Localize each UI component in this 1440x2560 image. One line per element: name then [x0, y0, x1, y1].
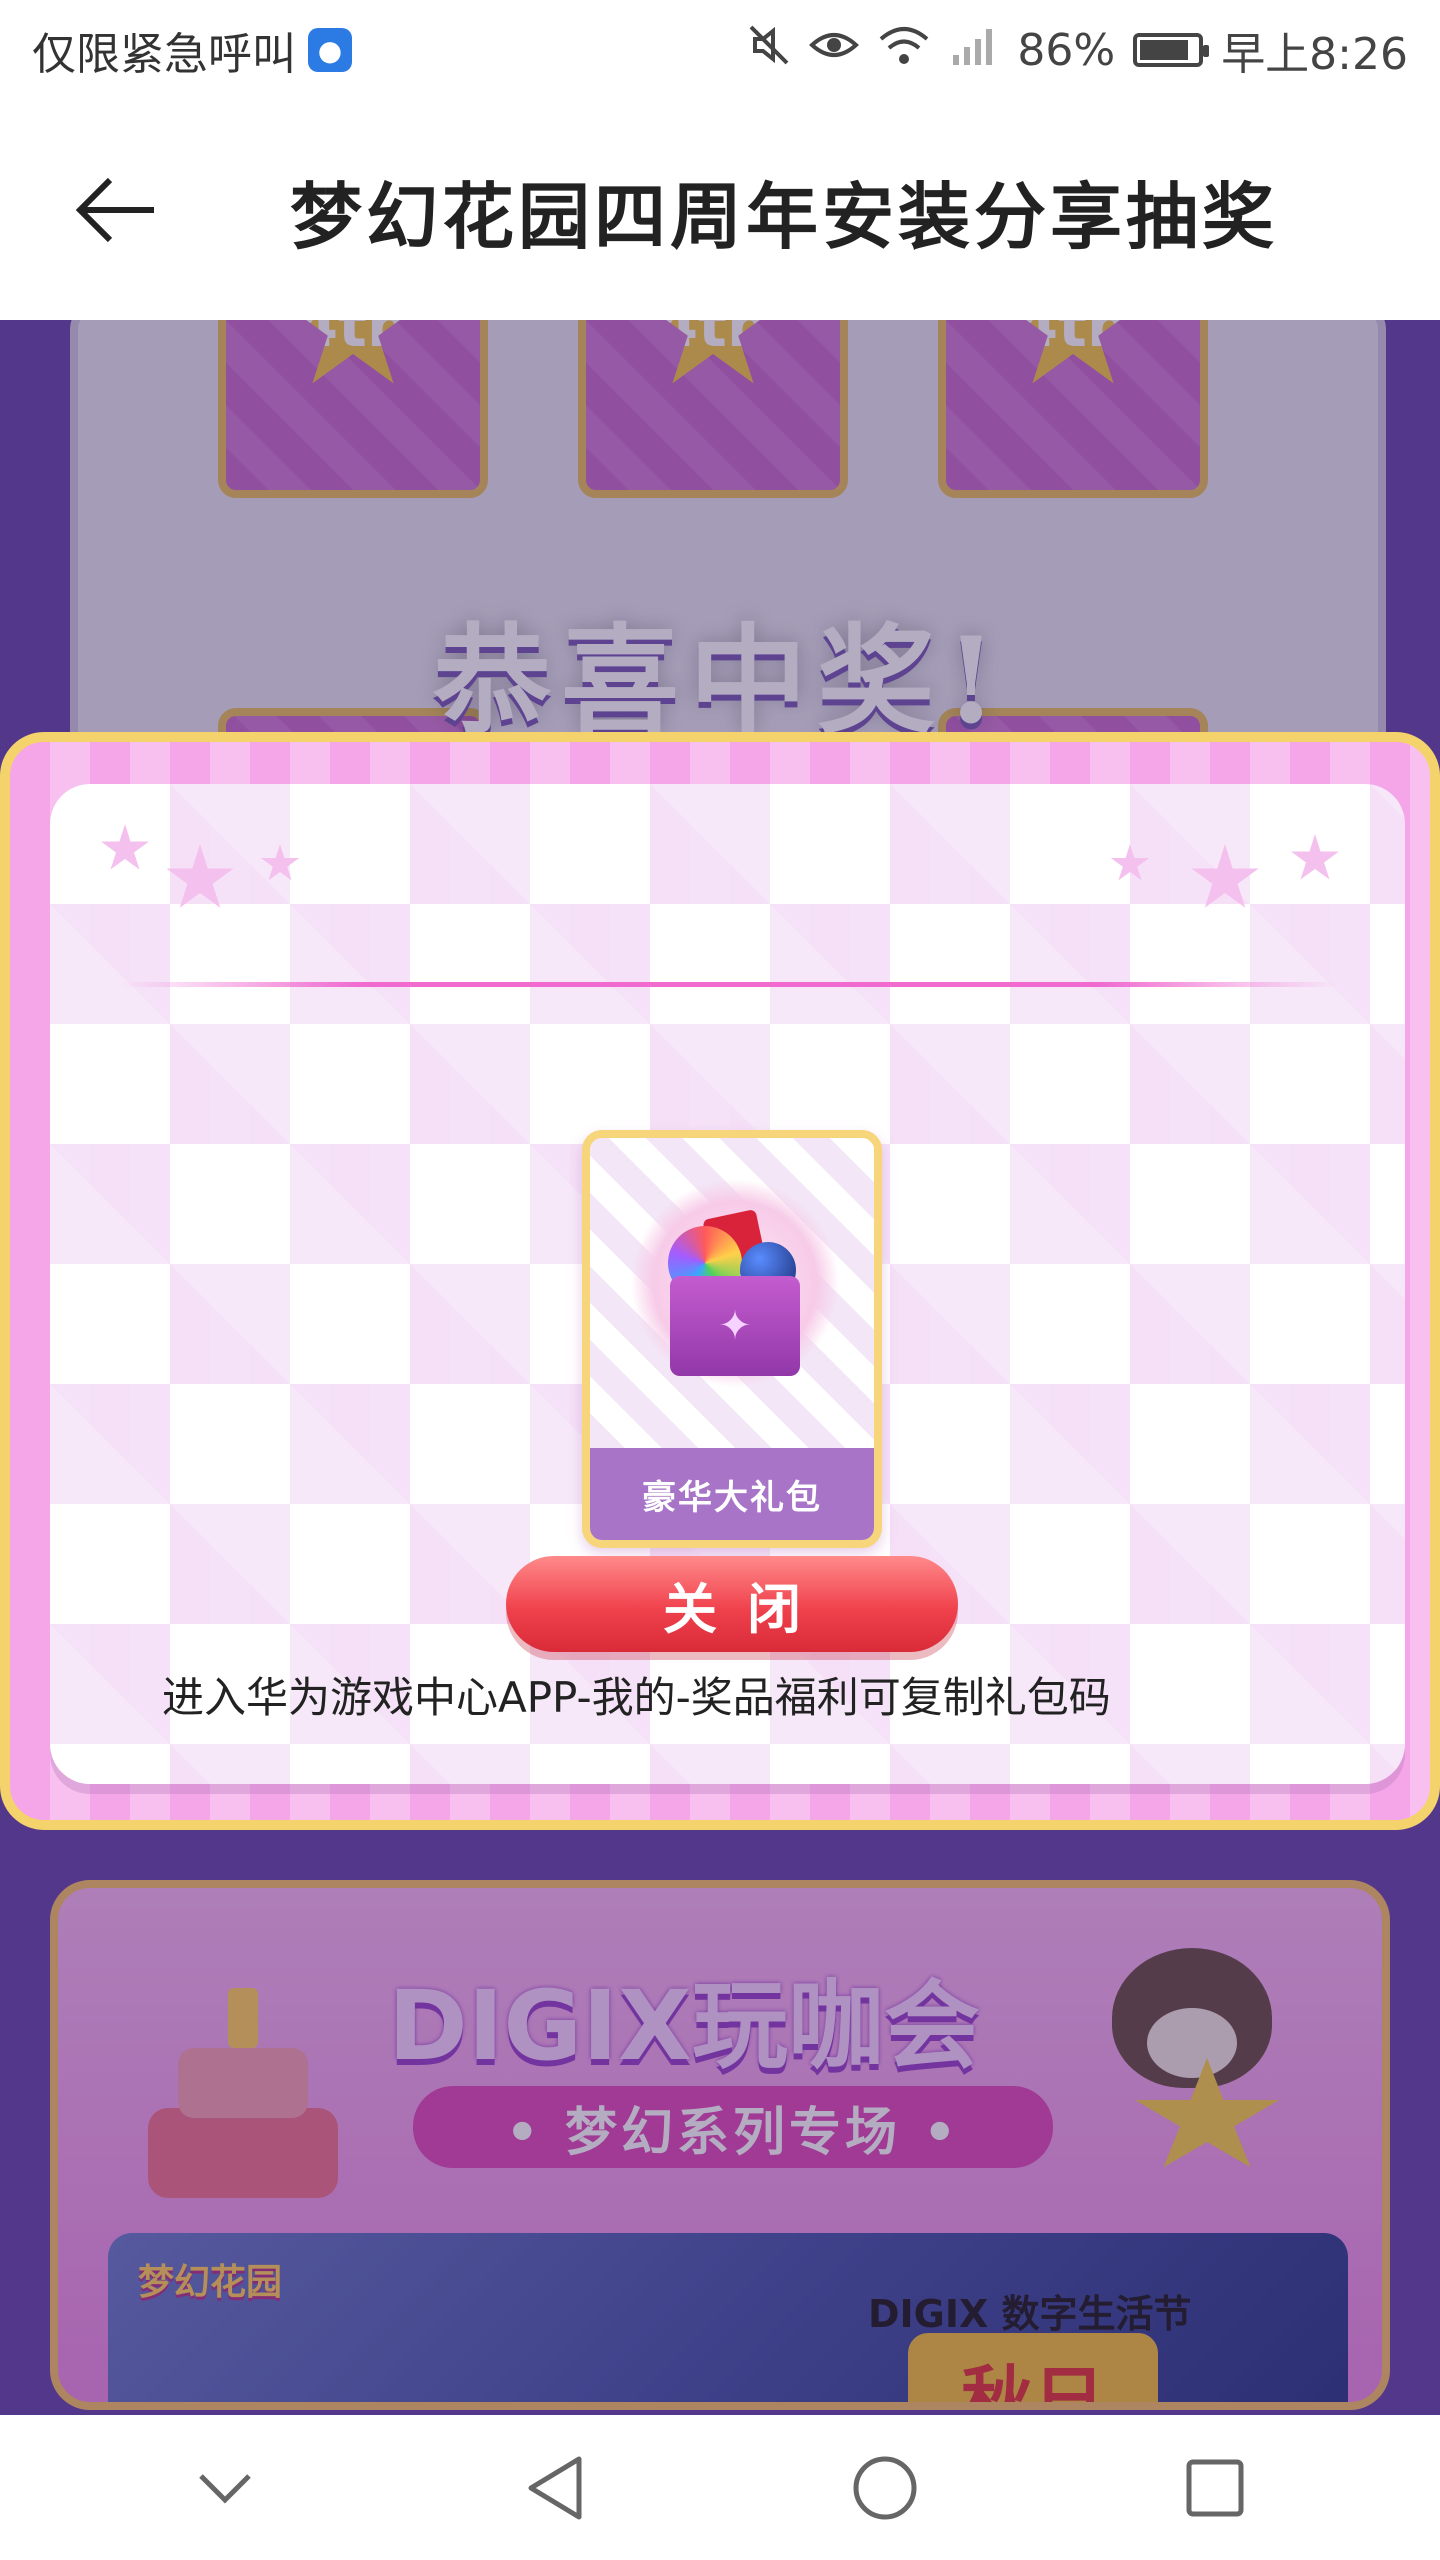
- signal-icon: [949, 23, 999, 78]
- emergency-call-icon: ●: [308, 28, 352, 72]
- eye-icon: [809, 23, 860, 78]
- redeem-hint: 进入华为游戏中心APP-我的-奖品福利可复制礼包码: [162, 1673, 1111, 1722]
- chevron-down-icon[interactable]: [185, 2448, 265, 2528]
- back-triangle-icon[interactable]: [515, 2448, 595, 2528]
- prize-modal: ✦ 豪华大礼包 关闭 进入华为游戏中心APP-我的-奖品福利可复制礼包码: [0, 732, 1440, 1830]
- clock: 早上8:26: [1221, 29, 1408, 80]
- recent-square-icon[interactable]: [1175, 2448, 1255, 2528]
- decor-star-icon: [166, 844, 234, 908]
- system-nav-bar: [0, 2415, 1440, 2560]
- battery-percent: 86%: [1017, 24, 1116, 76]
- wifi-icon: [877, 23, 931, 78]
- app-header: 梦幻花园四周年安装分享抽奖: [0, 100, 1440, 320]
- decor-star-icon: [1110, 844, 1150, 881]
- divider: [120, 982, 1340, 987]
- status-left: 仅限紧急呼叫 ●: [32, 18, 352, 82]
- prize-modal-panel: ✦ 豪华大礼包 关闭 进入华为游戏中心APP-我的-奖品福利可复制礼包码: [50, 784, 1405, 1784]
- prize-art: ✦: [590, 1138, 874, 1450]
- page-title: 梦幻花园四周年安装分享抽奖: [290, 174, 1279, 259]
- gift-box-icon: ✦: [670, 1276, 800, 1376]
- arrow-left-icon[interactable]: [70, 165, 160, 255]
- status-bar: 仅限紧急呼叫 ● 86% 早上8:26: [0, 0, 1440, 100]
- status-right: 86% 早上8:26: [747, 18, 1408, 82]
- decor-star-icon: [1191, 844, 1259, 908]
- prize-card: ✦ 豪华大礼包: [582, 1130, 882, 1548]
- decor-star-icon: [260, 844, 300, 881]
- battery-icon: [1133, 33, 1210, 67]
- decor-star-icon: [101, 824, 149, 870]
- emergency-only-text: 仅限紧急呼叫: [32, 29, 296, 80]
- mute-icon: [747, 23, 791, 78]
- decor-star-icon: [1291, 834, 1339, 880]
- prize-name: 豪华大礼包: [590, 1448, 874, 1540]
- home-circle-icon[interactable]: [845, 2448, 925, 2528]
- close-button[interactable]: 关闭: [506, 1556, 958, 1652]
